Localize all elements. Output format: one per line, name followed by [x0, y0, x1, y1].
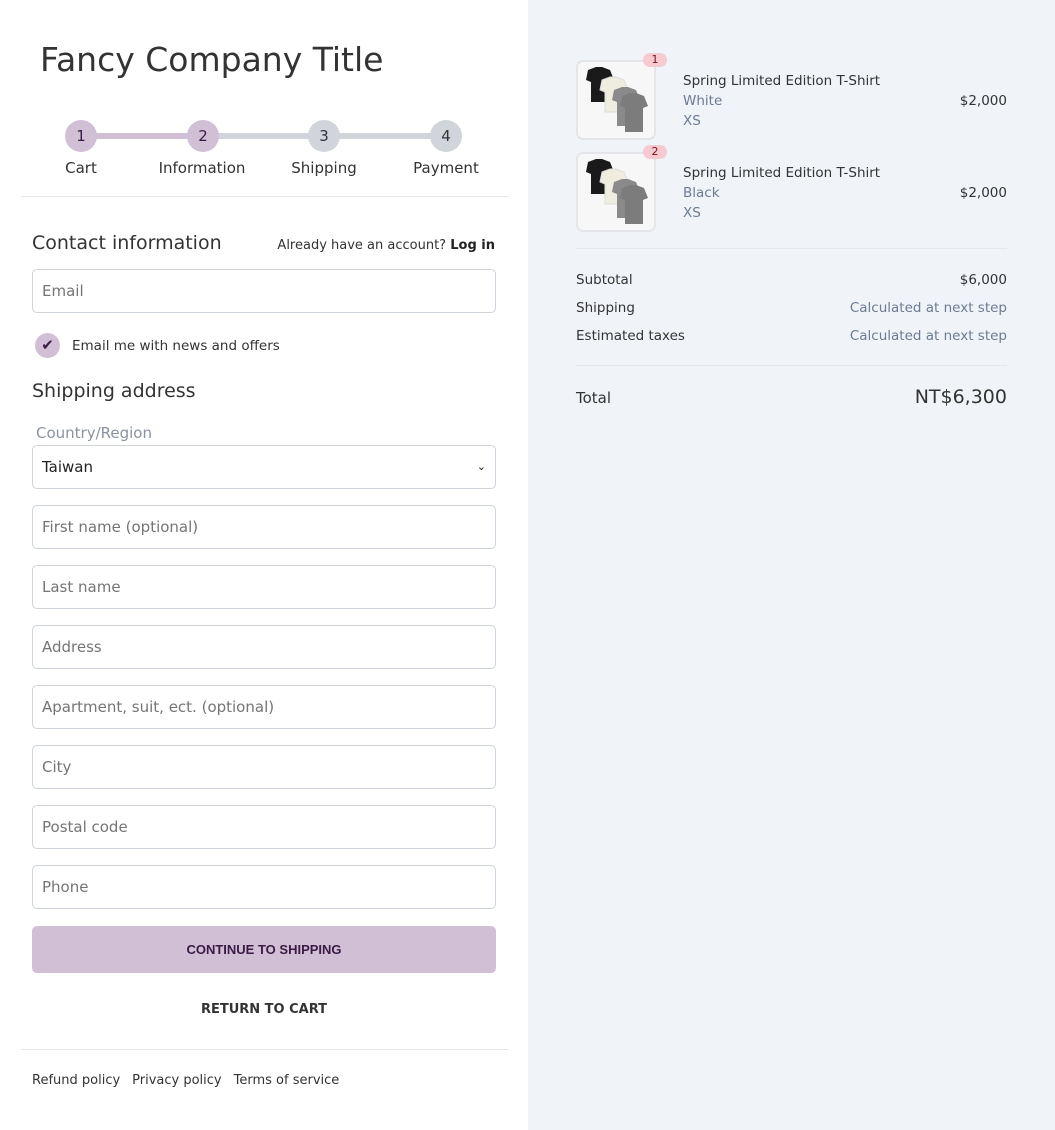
newsletter-label[interactable]: Email me with news and offers: [72, 338, 280, 354]
return-to-cart-link[interactable]: RETURN TO CART: [32, 1002, 496, 1017]
country-value: Taiwan: [42, 458, 94, 476]
total-label: Total: [576, 389, 612, 407]
newsletter-checkbox[interactable]: ✔: [35, 333, 60, 358]
total-row: Total NT$6,300: [576, 384, 1007, 408]
account-prompt-text: Already have an account?: [277, 238, 447, 253]
country-label: Country/Region: [36, 424, 152, 442]
page-title: Fancy Company Title: [40, 40, 384, 79]
taxes-label: Estimated taxes: [576, 328, 685, 344]
divider: [576, 365, 1007, 366]
apartment-input[interactable]: [32, 685, 496, 729]
footer-links: Refund policy Privacy policy Terms of se…: [32, 1073, 339, 1088]
step-information-circle: 2: [187, 120, 219, 152]
shipping-heading: Shipping address: [32, 380, 196, 402]
step-shipping-circle: 3: [308, 120, 340, 152]
product-name: Spring Limited Edition T-Shirt: [683, 73, 881, 89]
product-size: XS: [683, 113, 701, 129]
product-name: Spring Limited Edition T-Shirt: [683, 165, 881, 181]
step-payment-circle: 4: [430, 120, 462, 152]
product-image: [576, 60, 656, 140]
total-value: NT$6,300: [914, 386, 1007, 408]
step-shipping-label: Shipping: [291, 159, 357, 177]
phone-input[interactable]: [32, 865, 496, 909]
chevron-down-icon: ⌄: [476, 460, 486, 473]
product-price: $2,000: [959, 185, 1007, 201]
step-payment-label: Payment: [413, 159, 479, 177]
login-link[interactable]: Log in: [450, 238, 495, 253]
address-input[interactable]: [32, 625, 496, 669]
subtotal-row: Subtotal $6,000: [576, 272, 1007, 288]
account-prompt: Already have an account? Log in: [277, 238, 495, 253]
product-color: White: [683, 93, 723, 109]
email-input[interactable]: [32, 269, 496, 313]
contact-heading: Contact information: [32, 232, 222, 254]
progress-fill: [81, 133, 203, 139]
continue-to-shipping-button[interactable]: CONTINUE TO SHIPPING: [32, 926, 496, 973]
product-price: $2,000: [959, 93, 1007, 109]
quantity-badge: 1: [643, 53, 667, 67]
step-cart-label[interactable]: Cart: [21, 159, 141, 177]
tshirt-icon: [586, 67, 648, 132]
first-name-input[interactable]: [32, 505, 496, 549]
subtotal-label: Subtotal: [576, 272, 633, 288]
privacy-policy-link[interactable]: Privacy policy: [132, 1073, 221, 1088]
last-name-input[interactable]: [32, 565, 496, 609]
step-information-label: Information: [158, 159, 246, 177]
product-size: XS: [683, 205, 701, 221]
shipping-row: Shipping Calculated at next step: [576, 300, 1007, 316]
product-image: [576, 152, 656, 232]
taxes-value: Calculated at next step: [849, 328, 1007, 344]
country-select[interactable]: Taiwan ⌄: [32, 445, 496, 489]
postal-code-input[interactable]: [32, 805, 496, 849]
shipping-label: Shipping: [576, 300, 635, 316]
tshirt-icon: [586, 159, 648, 224]
taxes-row: Estimated taxes Calculated at next step: [576, 328, 1007, 344]
product-color: Black: [683, 185, 720, 201]
city-input[interactable]: [32, 745, 496, 789]
divider: [21, 1049, 508, 1050]
quantity-badge: 2: [643, 145, 667, 159]
refund-policy-link[interactable]: Refund policy: [32, 1073, 120, 1088]
shipping-value: Calculated at next step: [849, 300, 1007, 316]
divider: [576, 248, 1007, 249]
step-cart-circle[interactable]: 1: [65, 120, 97, 152]
terms-of-service-link[interactable]: Terms of service: [234, 1073, 340, 1088]
subtotal-value: $6,000: [959, 272, 1007, 288]
checkmark-icon: ✔: [41, 336, 54, 354]
divider: [21, 196, 508, 197]
checkout-form-panel: Fancy Company Title 1 2 3 4 Cart Informa…: [0, 0, 528, 1130]
